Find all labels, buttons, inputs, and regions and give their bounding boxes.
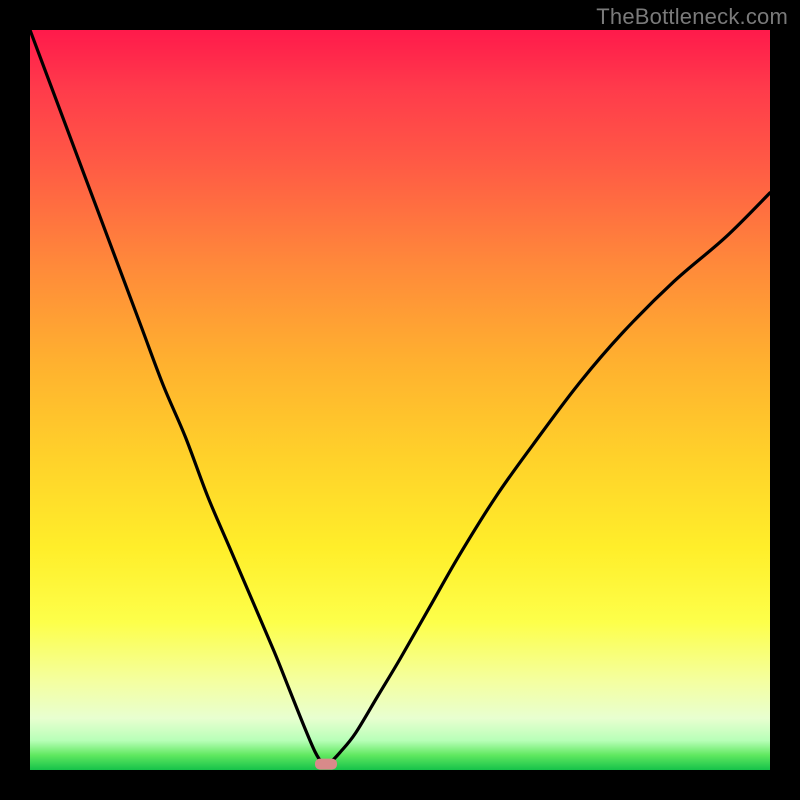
chart-frame: TheBottleneck.com [0, 0, 800, 800]
bottleneck-curve [30, 30, 770, 764]
curve-layer [30, 30, 770, 770]
optimum-marker [315, 759, 337, 770]
plot-area [30, 30, 770, 770]
watermark-text: TheBottleneck.com [596, 4, 788, 30]
